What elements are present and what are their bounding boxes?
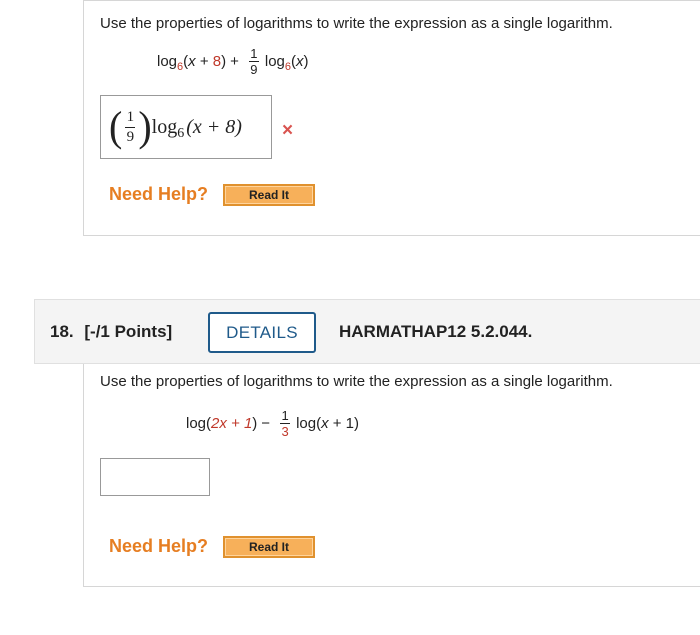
- plus-text: +: [195, 53, 213, 70]
- var-x: x: [188, 53, 196, 70]
- log-argument: 2x + 1: [211, 415, 253, 432]
- paren-close: ): [303, 53, 309, 70]
- question-reference: HARMATHAP12 5.2.044.: [339, 322, 533, 341]
- var-x: x: [321, 415, 329, 432]
- log-base: 6: [177, 60, 184, 73]
- question-18-answer-field[interactable]: [100, 458, 210, 496]
- question-number-label: 18.: [50, 322, 74, 341]
- log-argument-rest: + 1): [328, 415, 360, 432]
- answer-log: log: [151, 115, 178, 138]
- log-text: log(: [186, 415, 212, 432]
- plus-operator: +: [230, 53, 239, 70]
- details-button[interactable]: DETAILS: [208, 312, 316, 353]
- question-18-expression: log(2x + 1) − 1 3 log(x + 1): [186, 409, 359, 438]
- paren-open: (: [109, 102, 123, 151]
- constant: 8: [212, 53, 222, 70]
- answer-argument: (x + 8): [186, 115, 242, 138]
- answer-log-base: 6: [177, 126, 185, 141]
- log-text: log: [157, 53, 178, 70]
- answer-fraction: 1 9: [125, 108, 136, 145]
- need-help-label: Need Help?: [109, 184, 209, 204]
- var-x: x: [296, 53, 304, 70]
- paren-close: ): [138, 102, 152, 151]
- question-number: 18. [-/1 Points]: [50, 322, 172, 342]
- question-18-prompt: Use the properties of logarithms to writ…: [100, 373, 613, 390]
- log-text: log(: [296, 415, 322, 432]
- fraction-denominator: 3: [280, 423, 291, 439]
- fraction-numerator: 1: [126, 108, 135, 125]
- fraction: 1 9: [248, 46, 259, 77]
- need-help-label: Need Help?: [109, 536, 209, 556]
- question-17-prompt: Use the properties of logarithms to writ…: [100, 15, 613, 32]
- paren-close: ): [252, 415, 258, 432]
- fraction-numerator: 1: [281, 408, 289, 423]
- fraction-denominator: 9: [125, 126, 136, 145]
- read-it-button[interactable]: Read It: [223, 536, 315, 558]
- question-17-answer-field[interactable]: ( 1 9 ) log 6 (x + 8): [100, 95, 272, 159]
- minus-operator: −: [261, 415, 271, 432]
- log-base: 6: [284, 60, 292, 73]
- fraction: 1 3: [280, 408, 291, 439]
- question-17-expression: log 6(x + 8) + 1 9 log 6(x): [157, 47, 309, 76]
- paren-close: ): [221, 53, 227, 70]
- fraction-numerator: 1: [250, 46, 258, 61]
- fraction-denominator: 9: [248, 61, 259, 77]
- incorrect-icon: ×: [282, 120, 294, 141]
- points-label: [-/1 Points]: [84, 322, 173, 341]
- read-it-button[interactable]: Read It: [223, 184, 315, 206]
- log-text: log: [264, 53, 285, 70]
